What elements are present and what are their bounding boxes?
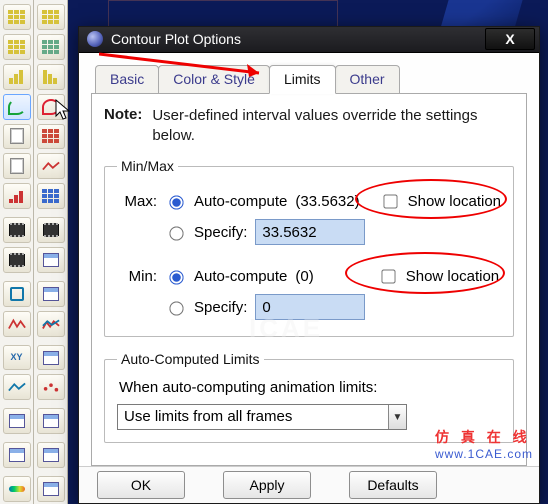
tool-stairs-b3[interactable] (37, 64, 65, 90)
minmax-group: Min/Max Max: Auto-compute (33.5632) Show… (104, 158, 514, 337)
tool-grid-a1[interactable] (3, 4, 31, 30)
tool-film-a8[interactable] (3, 217, 31, 243)
tool-paper-a5[interactable] (3, 124, 31, 150)
tool-zig-a13[interactable] (3, 374, 31, 400)
note-row: Note: User-defined interval values overr… (104, 106, 514, 147)
tool-table-a14[interactable] (3, 408, 31, 434)
toolbar-column-1: XY (0, 0, 34, 504)
max-specify-input[interactable] (255, 219, 365, 245)
min-show-location-label: Show location (406, 268, 499, 285)
acl-legend: Auto-Computed Limits (117, 351, 264, 367)
acl-combo-value: Use limits from all frames (118, 405, 388, 429)
dialog-titlebar[interactable]: Contour Plot Options X (79, 27, 539, 53)
max-label: Max: (117, 193, 157, 210)
tool-table-b12[interactable] (37, 345, 65, 371)
max-auto-compute-radio[interactable] (169, 195, 183, 209)
tool-film-b8[interactable] (37, 217, 65, 243)
min-specify-label: Specify: (194, 299, 247, 316)
tool-zig-a11[interactable] (3, 311, 31, 337)
tool-grid-b2[interactable] (37, 34, 65, 60)
tool-table-b9[interactable] (37, 247, 65, 273)
min-auto-value: (0) (295, 268, 313, 285)
tool-zig-b6[interactable] (37, 153, 65, 179)
min-show-location-checkbox[interactable] (381, 269, 395, 283)
defaults-button[interactable]: Defaults (349, 471, 437, 499)
acl-combo[interactable]: Use limits from all frames ▼ (117, 404, 407, 430)
dialog-body: Basic Color & Style Limits Other Note: U… (79, 53, 539, 466)
tool-grid-a2[interactable] (3, 34, 31, 60)
tool-stairs-a7[interactable] (3, 183, 31, 209)
chevron-down-icon[interactable]: ▼ (388, 405, 406, 429)
note-label: Note: (104, 106, 142, 147)
tool-paper-a6[interactable] (3, 153, 31, 179)
tool-palette[interactable] (3, 476, 31, 502)
tab-limits[interactable]: Limits (269, 65, 336, 94)
min-specify-input[interactable] (255, 294, 365, 320)
tool-tree[interactable] (3, 281, 31, 307)
tool-grid-b1[interactable] (37, 4, 65, 30)
toolbar-column-2 (34, 0, 68, 504)
tab-basic[interactable]: Basic (95, 65, 159, 93)
tool-grid-b5[interactable] (37, 124, 65, 150)
tool-contour-curve[interactable] (3, 94, 31, 120)
max-specify-radio[interactable] (169, 226, 183, 240)
system-menu-icon[interactable] (87, 31, 103, 47)
ok-button[interactable]: OK (97, 471, 185, 499)
min-specify-radio[interactable] (169, 301, 183, 315)
tab-strip: Basic Color & Style Limits Other (91, 65, 527, 94)
tab-other[interactable]: Other (335, 65, 400, 93)
tool-table-b14[interactable] (37, 408, 65, 434)
dialog-button-bar: OK Apply Defaults (79, 466, 539, 503)
tool-table-a15[interactable] (3, 442, 31, 468)
dialog-title: Contour Plot Options (111, 31, 485, 47)
min-specify-row: Specify: (117, 293, 501, 321)
note-text: User-defined interval values override th… (152, 106, 514, 147)
auto-computed-limits-group: Auto-Computed Limits When auto-computing… (104, 351, 514, 443)
max-show-location-label: Show location (408, 193, 501, 210)
max-auto-row: Max: Auto-compute (33.5632) Show locatio… (117, 187, 501, 215)
max-auto-value: (33.5632) (295, 193, 359, 210)
tab-panel-limits: Note: User-defined interval values overr… (91, 94, 527, 466)
minmax-legend: Min/Max (117, 158, 178, 174)
min-auto-compute-radio[interactable] (169, 270, 183, 284)
tool-table-b15[interactable] (37, 442, 65, 468)
max-auto-compute-label: Auto-compute (194, 193, 287, 210)
tool-stairs-a3[interactable] (3, 64, 31, 90)
tool-xy[interactable]: XY (3, 345, 31, 371)
tool-contour-red[interactable] (37, 94, 65, 120)
tool-table-b16[interactable] (37, 476, 65, 502)
tool-zig-b13[interactable] (37, 374, 65, 400)
contour-plot-options-dialog: Contour Plot Options X Basic Color & Sty… (78, 26, 540, 504)
max-specify-row: Specify: (117, 218, 501, 246)
tool-zig-b11[interactable] (37, 311, 65, 337)
max-specify-label: Specify: (194, 224, 247, 241)
min-auto-row: Min: Auto-compute (0) Show location (117, 262, 501, 290)
max-show-location-checkbox[interactable] (383, 194, 397, 208)
tool-table-b10[interactable] (37, 281, 65, 307)
close-button[interactable]: X (485, 28, 535, 50)
tool-film-a9[interactable] (3, 247, 31, 273)
tab-color-style[interactable]: Color & Style (158, 65, 270, 93)
apply-button[interactable]: Apply (223, 471, 311, 499)
min-auto-compute-label: Auto-compute (194, 268, 287, 285)
acl-desc: When auto-computing animation limits: (119, 379, 501, 396)
tool-grid-b7[interactable] (37, 183, 65, 209)
min-label: Min: (117, 268, 157, 285)
